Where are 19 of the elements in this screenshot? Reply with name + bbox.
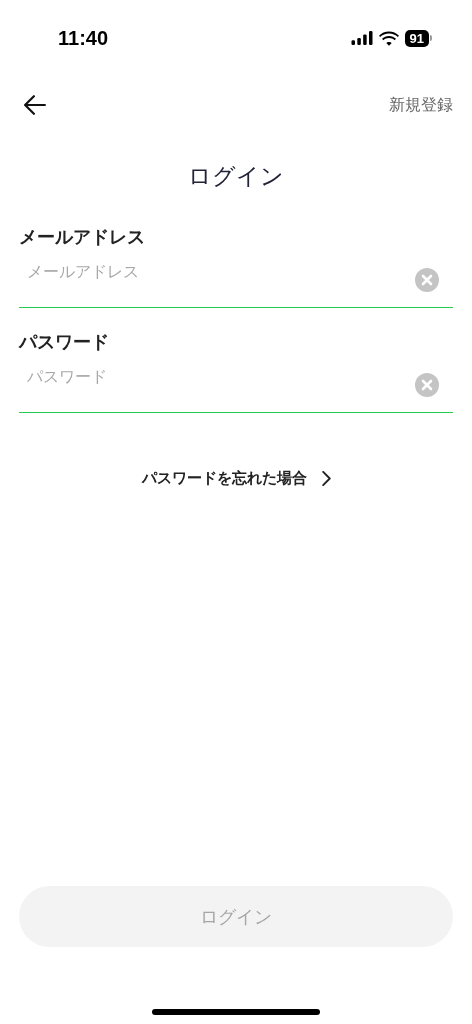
status-time: 11:40 — [58, 26, 109, 50]
field-label: パスワード — [19, 330, 110, 354]
back-button[interactable] — [22, 93, 48, 117]
field-label: メールアドレス — [19, 225, 146, 249]
clear-icon — [415, 373, 439, 397]
register-link[interactable]: 新規登録 — [389, 94, 453, 116]
chevron-right-icon — [320, 471, 331, 486]
back-arrow-icon — [24, 95, 46, 115]
clear-button[interactable] — [415, 373, 439, 397]
clear-icon — [415, 268, 439, 292]
battery-level: 91 — [404, 29, 429, 47]
input-field[interactable]: メールアドレス — [19, 261, 415, 299]
wifi-icon — [378, 30, 399, 46]
input-field[interactable]: パスワード — [19, 366, 415, 404]
clear-button[interactable] — [415, 268, 439, 292]
signal-icon — [350, 31, 373, 45]
forgot-password-link[interactable]: パスワードを忘れた場合 — [141, 469, 331, 488]
home-indicator[interactable] — [152, 1009, 320, 1015]
page-title: ログイン — [187, 162, 285, 191]
